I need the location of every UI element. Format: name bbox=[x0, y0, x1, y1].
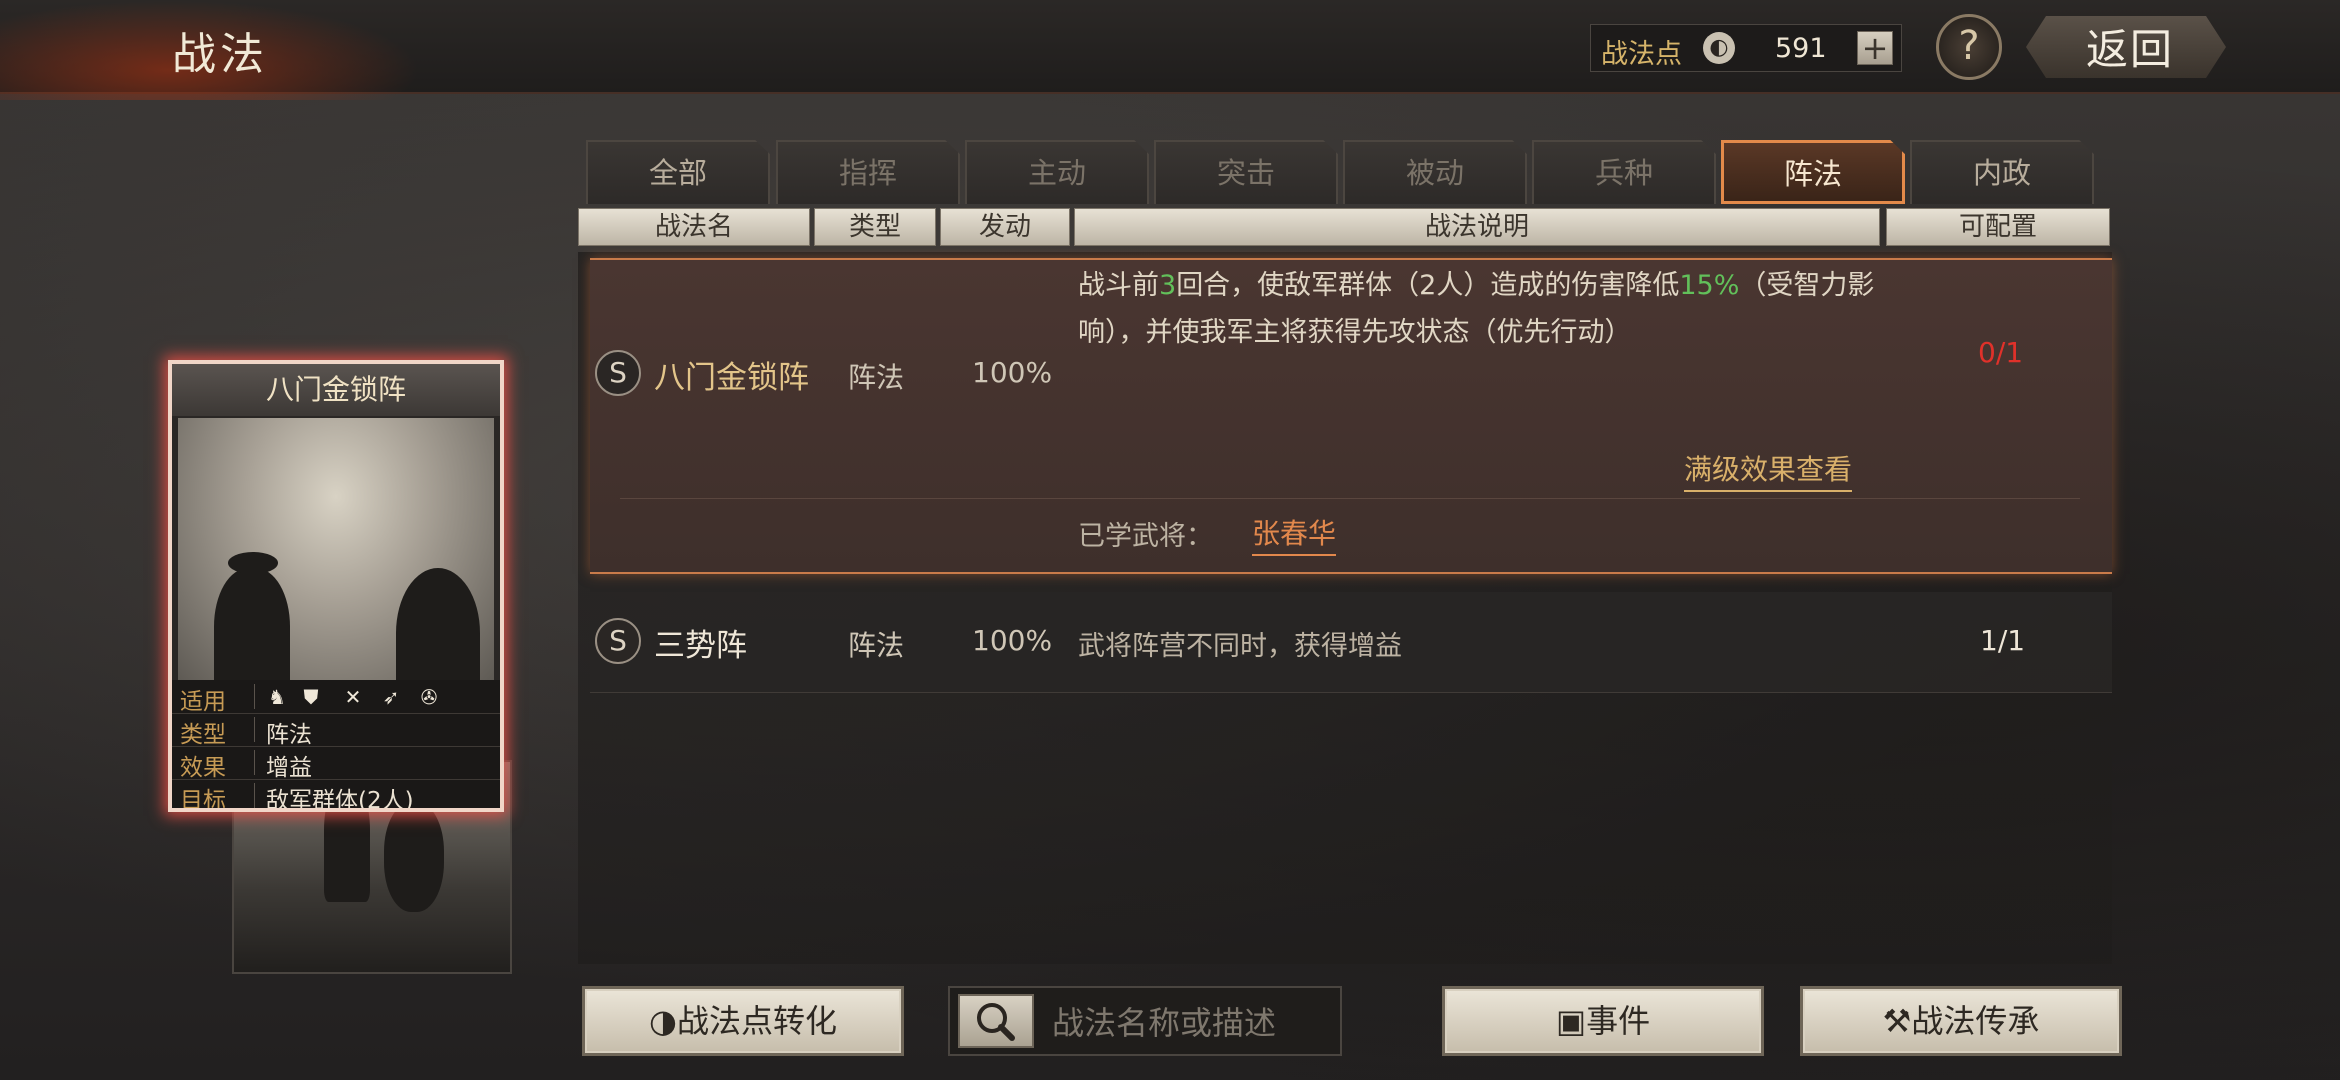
effect-value: 增益 bbox=[266, 755, 312, 781]
grade-s-badge: S bbox=[595, 350, 641, 396]
tactic-points-value: 591 bbox=[1775, 33, 1827, 64]
skill-rate: 100% bbox=[972, 356, 1053, 389]
tab-command[interactable]: 指挥 bbox=[776, 140, 960, 204]
type-value: 阵法 bbox=[266, 722, 312, 748]
divider bbox=[254, 717, 255, 742]
card-title: 八门金锁阵 bbox=[172, 364, 500, 416]
stat-row-target: 目标 敌军群体(2人) bbox=[172, 779, 500, 812]
flame-icon: ◐ bbox=[1703, 32, 1735, 64]
learned-generals-label: 已学武将： bbox=[1078, 521, 1213, 552]
add-points-button[interactable]: + bbox=[1857, 31, 1893, 65]
cavalry-icon: ♞ bbox=[268, 685, 286, 709]
skill-inherit-button[interactable]: ⚒战法传承 bbox=[1800, 986, 2122, 1056]
skill-type: 阵法 bbox=[848, 361, 905, 394]
target-value: 敌军群体(2人) bbox=[266, 788, 414, 812]
damage-reduction-percent: 15% bbox=[1679, 270, 1740, 301]
round-count: 3 bbox=[1159, 270, 1177, 301]
column-header-configurable[interactable]: 可配置 bbox=[1886, 208, 2110, 246]
spear-icon: ➶ bbox=[382, 685, 400, 709]
type-label: 类型 bbox=[180, 722, 226, 748]
general-silhouette bbox=[396, 568, 480, 680]
tab-troop-type[interactable]: 兵种 bbox=[1532, 140, 1716, 204]
row-divider bbox=[620, 498, 2080, 499]
convert-points-button[interactable]: ◑战法点转化 bbox=[582, 986, 904, 1056]
tactic-points-label: 战法点 bbox=[1601, 39, 1682, 70]
description-text: 战斗前 bbox=[1078, 270, 1159, 301]
general-silhouette bbox=[214, 568, 290, 680]
apply-label: 适用 bbox=[180, 689, 226, 715]
shield-silhouette bbox=[384, 802, 444, 912]
event-button[interactable]: ▣事件 bbox=[1442, 986, 1764, 1056]
skill-inherit-label: 战法传承 bbox=[1911, 1002, 2040, 1040]
grade-s-badge: S bbox=[595, 618, 641, 664]
event-label: 事件 bbox=[1586, 1002, 1651, 1040]
search-button[interactable] bbox=[958, 994, 1034, 1048]
card-illustration bbox=[178, 418, 494, 680]
column-header-name[interactable]: 战法名 bbox=[578, 208, 810, 246]
bow-icon: ✕ bbox=[344, 685, 362, 709]
event-icon: ▣ bbox=[1555, 1002, 1587, 1040]
stat-row-type: 类型 阵法 bbox=[172, 713, 500, 748]
hat-silhouette bbox=[228, 552, 278, 574]
skill-description: 武将阵营不同时，获得增益 bbox=[1078, 631, 1402, 662]
help-button[interactable]: ? bbox=[1936, 14, 2002, 80]
selected-skill-card: 八门金锁阵 适用 ♞ ⛊ ✕ ➶ ✇ 类型 阵法 效果 增益 目标 敌军群体(2… bbox=[168, 360, 504, 812]
effect-label: 效果 bbox=[180, 755, 226, 781]
learned-general-link[interactable]: 张春华 bbox=[1252, 512, 1337, 556]
divider bbox=[254, 750, 255, 775]
search-box bbox=[948, 986, 1342, 1056]
tab-assault[interactable]: 突击 bbox=[1154, 140, 1338, 204]
card-stats: 适用 ♞ ⛊ ✕ ➶ ✇ 类型 阵法 效果 增益 目标 敌军群体(2人) bbox=[172, 680, 500, 812]
full-level-effect-link[interactable]: 满级效果查看 bbox=[1684, 448, 1853, 492]
divider bbox=[254, 783, 255, 808]
tactic-points-panel: 战法点 ◐ 591 + bbox=[1590, 24, 1902, 72]
page-title: 战法 bbox=[172, 29, 268, 80]
tab-formation[interactable]: 阵法 bbox=[1721, 140, 1905, 204]
skill-type: 阵法 bbox=[848, 629, 905, 662]
skill-rate: 100% bbox=[972, 624, 1053, 657]
skill-name: 三势阵 bbox=[654, 628, 747, 664]
hammer-icon: ⚒ bbox=[1882, 1002, 1912, 1040]
tab-active[interactable]: 主动 bbox=[965, 140, 1149, 204]
flame-icon: ◑ bbox=[649, 1002, 677, 1040]
back-label[interactable]: 返回 bbox=[2086, 16, 2174, 77]
configurable-count: 0/1 bbox=[1978, 336, 2024, 369]
convert-points-label: 战法点转化 bbox=[676, 1002, 837, 1040]
tab-passive[interactable]: 被动 bbox=[1343, 140, 1527, 204]
column-header-rate[interactable]: 发动 bbox=[940, 208, 1070, 246]
configurable-count: 1/1 bbox=[1980, 624, 2026, 657]
target-label: 目标 bbox=[180, 788, 226, 812]
stat-row-apply: 适用 ♞ ⛊ ✕ ➶ ✇ bbox=[172, 680, 500, 715]
category-tabs: 全部 指挥 主动 突击 被动 兵种 阵法 内政 bbox=[586, 140, 2096, 204]
shield-icon: ⛊ bbox=[303, 685, 319, 709]
stat-row-effect: 效果 增益 bbox=[172, 746, 500, 781]
description-text: 回合，使敌军群体（2人）造成的伤害降低 bbox=[1176, 270, 1680, 301]
tab-internal-affairs[interactable]: 内政 bbox=[1910, 140, 2094, 204]
column-header-description: 战法说明 bbox=[1074, 208, 1880, 246]
divider bbox=[254, 684, 255, 709]
search-input[interactable] bbox=[1050, 996, 1334, 1050]
tab-all[interactable]: 全部 bbox=[586, 140, 770, 204]
column-header-type[interactable]: 类型 bbox=[814, 208, 936, 246]
skill-name: 八门金锁阵 bbox=[654, 360, 809, 396]
wheel-icon: ✇ bbox=[420, 685, 438, 709]
search-icon bbox=[977, 1003, 1015, 1041]
skill-description: 战斗前3回合，使敌军群体（2人）造成的伤害降低15%（受智力影响），并使我军主将… bbox=[1078, 262, 1878, 356]
